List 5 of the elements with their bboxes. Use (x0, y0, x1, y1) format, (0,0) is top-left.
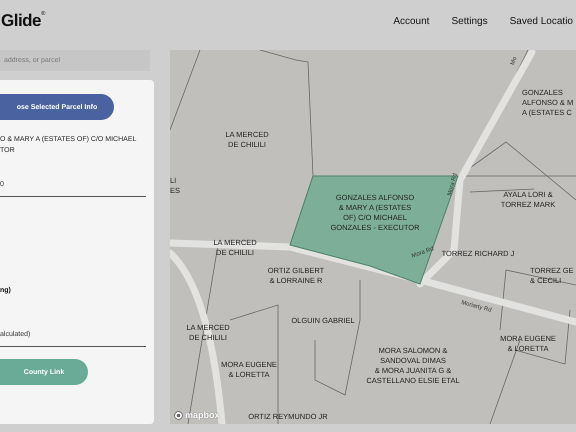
nav-link[interactable]: Settings (451, 16, 488, 26)
mapbox-logo-icon (174, 410, 183, 420)
parcel-map[interactable] (170, 50, 576, 424)
nav-link[interactable]: Saved Locatio (510, 16, 573, 26)
nav-link[interactable]: Account (393, 16, 430, 26)
